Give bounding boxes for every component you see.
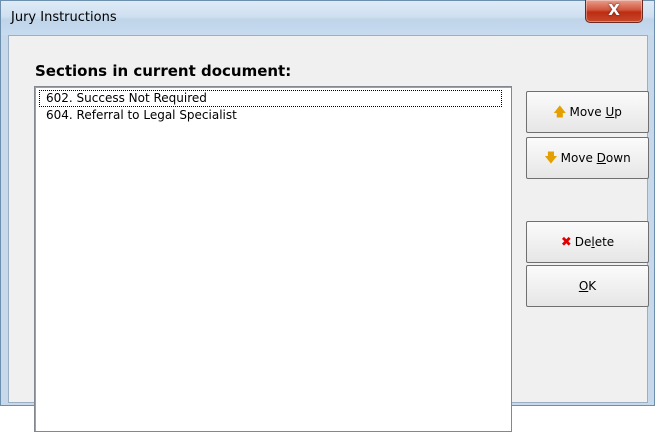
move-down-label: Move Down (560, 151, 631, 165)
dialog-window: Jury Instructions X Sections in current … (0, 0, 655, 432)
title-bar[interactable]: Jury Instructions X (1, 0, 654, 35)
window-title: Jury Instructions (11, 10, 117, 25)
ok-button[interactable]: OK (526, 265, 649, 307)
sections-listbox[interactable]: 602. Success Not Required 604. Referral … (34, 86, 512, 432)
ok-label: OK (578, 279, 597, 293)
dialog-body: Sections in current document: 602. Succe… (8, 35, 649, 432)
arrow-down-icon: 🡇 (544, 150, 558, 166)
delete-button[interactable]: ✖ Delete (526, 221, 649, 263)
list-item[interactable]: 604. Referral to Legal Specialist (39, 107, 237, 124)
move-down-button[interactable]: 🡇 Move Down (526, 137, 649, 179)
sections-label: Sections in current document: (35, 62, 292, 80)
close-button[interactable]: X (585, 0, 643, 23)
move-up-button[interactable]: 🡅 Move Up (526, 91, 649, 133)
move-up-label: Move Up (569, 105, 622, 119)
delete-label: Delete (574, 235, 615, 249)
red-x-icon: ✖ (560, 234, 572, 250)
close-icon: X (608, 1, 620, 19)
list-item[interactable]: 602. Success Not Required (39, 90, 502, 107)
arrow-up-icon: 🡅 (553, 104, 567, 120)
